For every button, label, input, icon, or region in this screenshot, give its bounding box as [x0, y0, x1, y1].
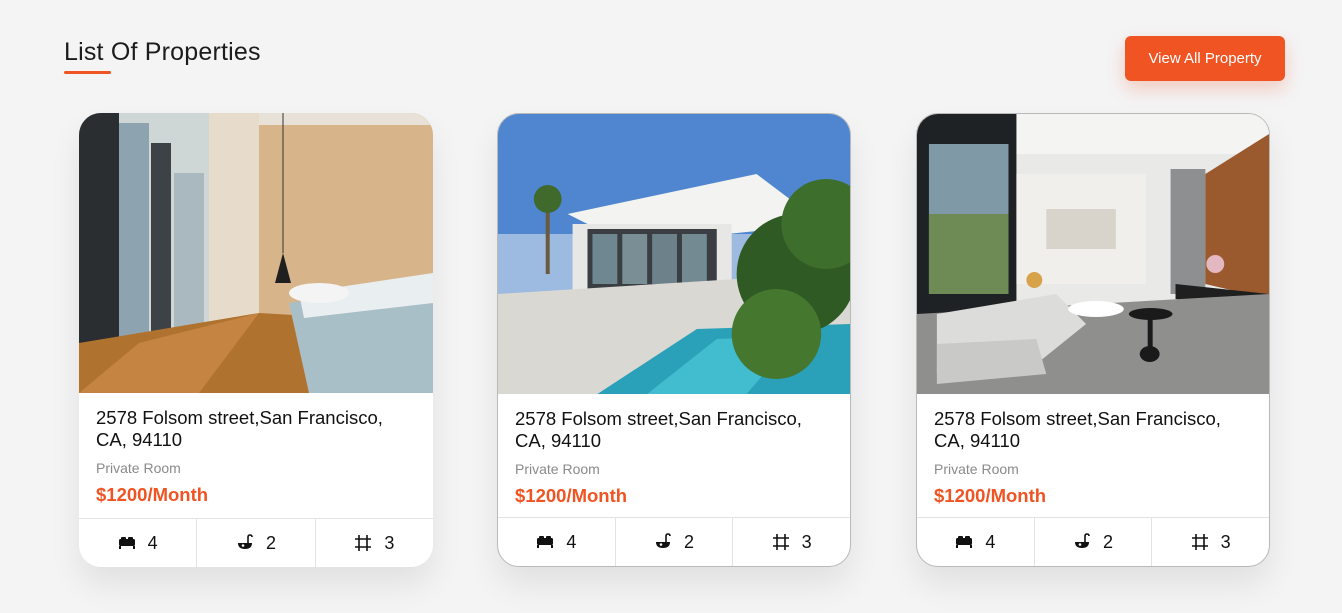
area-count: 3 — [801, 531, 812, 552]
bathtub-icon — [236, 534, 254, 552]
bathtub-icon — [1073, 533, 1091, 551]
property-image-living-room[interactable] — [917, 114, 1269, 394]
room-type: Private Room — [515, 461, 600, 477]
feature-baths: 2 — [196, 519, 314, 567]
baths-count: 2 — [684, 531, 695, 552]
properties-section: List Of Properties View All Property 257… — [0, 0, 1342, 613]
beds-count: 4 — [147, 532, 158, 553]
property-address: 2578 Folsom street,San Francisco, CA, 94… — [934, 408, 1221, 451]
property-card[interactable]: 2578 Folsom street,San Francisco, CA, 94… — [916, 113, 1270, 567]
feature-baths: 2 — [1033, 518, 1152, 566]
baths-count: 2 — [1103, 531, 1114, 552]
section-title: List Of Properties — [64, 38, 261, 66]
feature-beds: 4 — [79, 519, 196, 567]
property-card[interactable]: 2578 Folsom street,San Francisco, CA, 94… — [79, 113, 433, 567]
property-price: $1200/Month — [934, 485, 1047, 506]
property-price: $1200/Month — [96, 484, 209, 505]
beds-count: 4 — [566, 531, 577, 552]
bed-icon — [118, 534, 136, 552]
bathtub-icon — [654, 533, 672, 551]
beds-count: 4 — [985, 531, 996, 552]
property-image-bedroom[interactable] — [79, 113, 433, 393]
property-card[interactable]: 2578 Folsom street,San Francisco, CA, 94… — [497, 113, 851, 567]
property-image-villa[interactable] — [498, 114, 850, 394]
area-grid-icon — [1191, 533, 1209, 551]
feature-area: 3 — [314, 519, 433, 567]
room-type: Private Room — [96, 460, 181, 476]
feature-area: 3 — [1151, 518, 1269, 566]
property-features: 4 2 3 — [917, 517, 1269, 566]
feature-baths: 2 — [614, 518, 733, 566]
view-all-property-button[interactable]: View All Property — [1125, 36, 1285, 81]
bed-icon — [536, 533, 554, 551]
area-count: 3 — [384, 532, 395, 553]
area-grid-icon — [772, 533, 790, 551]
feature-beds: 4 — [498, 518, 615, 566]
property-price: $1200/Month — [515, 485, 628, 506]
property-features: 4 2 3 — [79, 518, 433, 567]
feature-beds: 4 — [917, 518, 1034, 566]
property-features: 4 2 3 — [498, 517, 850, 566]
area-count: 3 — [1220, 531, 1231, 552]
room-type: Private Room — [934, 461, 1019, 477]
feature-area: 3 — [732, 518, 850, 566]
bed-icon — [955, 533, 973, 551]
property-address: 2578 Folsom street,San Francisco, CA, 94… — [96, 407, 383, 450]
area-grid-icon — [354, 534, 372, 552]
title-underline — [64, 71, 111, 74]
property-address: 2578 Folsom street,San Francisco, CA, 94… — [515, 408, 802, 451]
baths-count: 2 — [265, 532, 276, 553]
